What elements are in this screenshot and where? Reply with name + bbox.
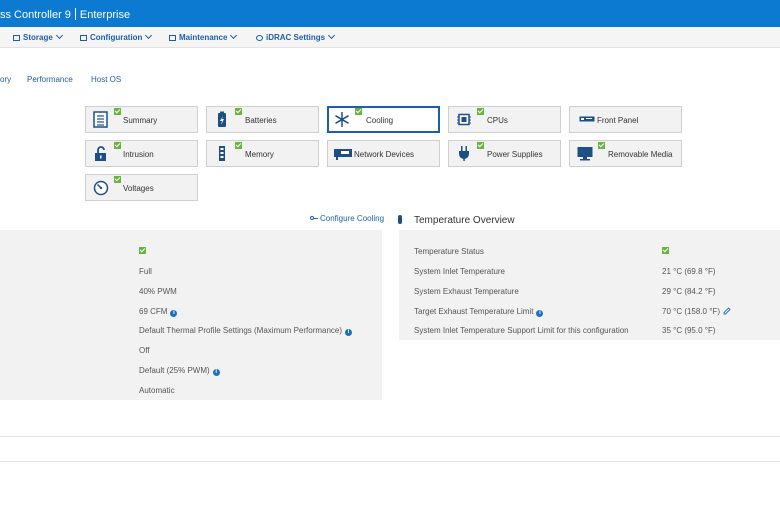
storage-icon — [13, 35, 20, 41]
status-ok-icon — [235, 142, 242, 149]
value-row: Default (25% PWM) i — [139, 366, 220, 376]
tile-voltages[interactable]: Voltages — [85, 174, 198, 201]
status-ok-icon — [139, 247, 146, 254]
info-icon[interactable]: i — [345, 329, 353, 336]
tab-host-os[interactable]: Host OS — [91, 75, 121, 84]
tile-label: Front Panel — [597, 116, 639, 125]
value-row: Automatic — [139, 386, 175, 395]
tile-label: Intrusion — [123, 150, 154, 159]
app-title: ss Controller 9 Enterprise — [0, 8, 131, 21]
status-ok-icon — [662, 247, 669, 254]
temp-label: Temperature Status — [414, 247, 484, 256]
tile-label: Power Supplies — [487, 150, 543, 159]
tab-performance[interactable]: Performance — [27, 75, 73, 84]
menu-configuration[interactable]: Configuration — [80, 31, 153, 42]
status-row — [139, 247, 146, 256]
status-ok-icon — [477, 142, 484, 149]
temp-label: System Exhaust Temperature — [414, 287, 519, 296]
temp-label: System Inlet Temperature Support Limit f… — [414, 326, 629, 335]
chevron-down-icon — [230, 31, 238, 40]
snowflake-icon — [335, 112, 349, 127]
idrac-settings-icon — [256, 35, 263, 41]
tile-label: Memory — [245, 150, 274, 159]
tile-label: Summary — [123, 116, 158, 125]
summary-icon — [93, 111, 108, 128]
tab-inventory[interactable]: ory — [0, 75, 11, 84]
tile-label: Cooling — [366, 116, 394, 125]
info-icon[interactable]: i — [536, 310, 544, 317]
tile-batteries[interactable]: Batteries — [206, 106, 319, 133]
value-row: Default Thermal Profile Settings (Maximu… — [139, 326, 353, 336]
network-card-icon — [334, 149, 352, 160]
gauge-icon — [93, 180, 109, 196]
edit-icon[interactable] — [723, 307, 731, 315]
monitor-icon — [577, 147, 593, 161]
menu-maintenance[interactable]: Maintenance — [169, 31, 238, 42]
info-icon[interactable]: i — [212, 369, 220, 376]
front-panel-icon — [579, 116, 595, 122]
status-ok-icon — [355, 108, 362, 115]
maintenance-icon — [169, 35, 176, 41]
chevron-down-icon — [328, 31, 336, 40]
tile-intrusion[interactable]: Intrusion — [85, 140, 198, 167]
menu-storage[interactable]: Storage — [13, 31, 63, 42]
title-bar: ss Controller 9 Enterprise — [0, 0, 780, 27]
status-ok-icon — [598, 142, 605, 149]
temp-label: System Inlet Temperature — [414, 267, 506, 276]
temp-status-value — [662, 247, 669, 256]
section-divider — [0, 436, 780, 437]
chevron-down-icon — [145, 31, 153, 40]
battery-icon — [218, 111, 226, 127]
power-plug-icon — [459, 146, 469, 161]
key-icon — [310, 216, 318, 221]
value-row: Off — [139, 346, 150, 355]
value-row: 69 CFM i — [139, 307, 178, 317]
temperature-overview-title: Temperature Overview — [398, 215, 515, 226]
tile-summary[interactable]: Summary — [85, 106, 198, 133]
title-separator — [74, 8, 76, 20]
status-ok-icon — [114, 142, 121, 149]
value-row: 40% PWM — [139, 287, 177, 296]
value-row: Full — [139, 267, 152, 276]
temp-label: Target Exhaust Temperature Limit i — [414, 307, 544, 317]
temp-value: 29 °C (84.2 °F) — [662, 287, 716, 296]
tile-cooling[interactable]: Cooling — [327, 106, 440, 133]
tile-power-supplies[interactable]: Power Supplies — [448, 140, 561, 167]
chevron-down-icon — [55, 31, 63, 40]
unlock-icon — [95, 146, 106, 161]
temp-value: 70 °C (158.0 °F) — [662, 307, 731, 316]
tile-removable-media[interactable]: Removable Media — [569, 140, 682, 167]
info-icon[interactable]: i — [170, 310, 178, 317]
configure-cooling-link[interactable]: Configure Cooling — [310, 214, 384, 223]
tile-label: Network Devices — [354, 150, 415, 159]
main-menu-bar: Storage Configuration Maintenance iDRAC … — [0, 27, 780, 48]
tile-label: CPUs — [487, 116, 508, 125]
configuration-icon — [80, 35, 87, 41]
temp-value: 21 °C (69.8 °F) — [662, 267, 716, 276]
status-ok-icon — [114, 176, 121, 183]
section-divider — [0, 461, 780, 462]
thermometer-icon — [398, 215, 402, 224]
cpu-icon — [457, 113, 471, 126]
temp-value: 35 °C (95.0 °F) — [662, 326, 716, 335]
status-ok-icon — [477, 108, 484, 115]
tile-front-panel[interactable]: Front Panel — [569, 106, 682, 133]
tile-label: Voltages — [123, 184, 154, 193]
memory-icon — [219, 146, 225, 161]
cooling-settings-panel: Full 40% PWM 69 CFM i Default Thermal Pro… — [0, 230, 382, 400]
status-ok-icon — [114, 108, 121, 115]
status-ok-icon — [235, 108, 242, 115]
tile-label: Batteries — [245, 116, 277, 125]
tile-network-devices[interactable]: Network Devices — [327, 140, 440, 167]
temperature-overview-panel: Temperature Status System Inlet Temperat… — [399, 230, 780, 340]
tile-cpus[interactable]: CPUs — [448, 106, 561, 133]
tile-label: Removable Media — [608, 150, 673, 159]
tile-memory[interactable]: Memory — [206, 140, 319, 167]
menu-idrac-settings[interactable]: iDRAC Settings — [256, 31, 336, 42]
